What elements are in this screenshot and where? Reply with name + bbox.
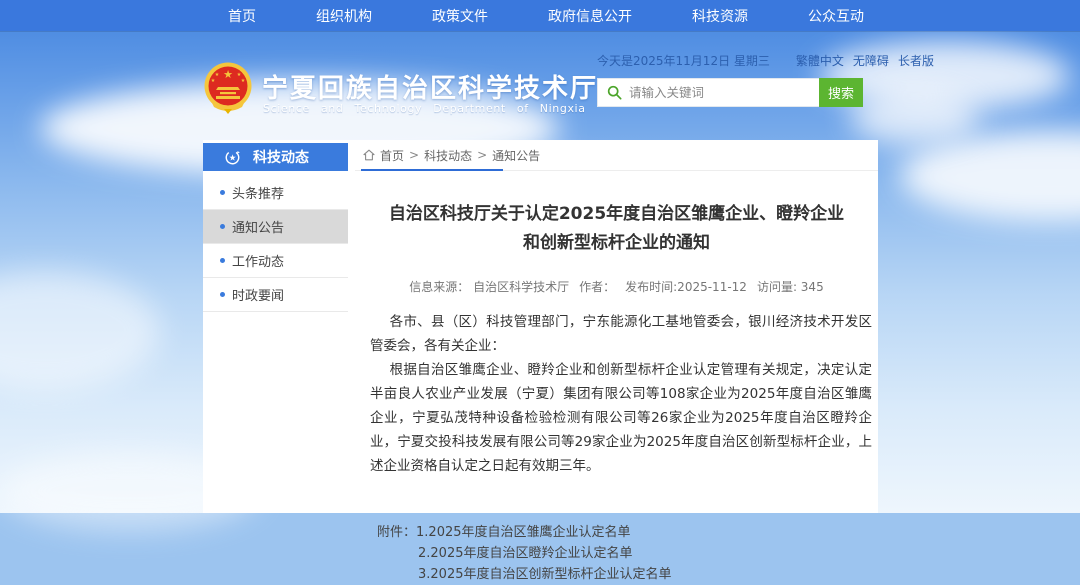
attachment-link-1[interactable]: 1.2025年度自治区雏鹰企业认定名单 bbox=[416, 522, 631, 543]
link-accessibility[interactable]: 无障碍 bbox=[853, 52, 889, 69]
cloud bbox=[0, 271, 160, 391]
nav-item-gov-info-disclosure[interactable]: 政府信息公开 bbox=[548, 6, 632, 26]
article-paragraph: 根据自治区雏鹰企业、瞪羚企业和创新型标杆企业认定管理有关规定，决定认定半亩良人农… bbox=[370, 358, 872, 478]
content-area: 首页 > 科技动态 > 通知公告 自治区科技厅关于认定2025年度自治区雏鹰企业… bbox=[355, 140, 878, 585]
attachment-link-3[interactable]: 3.2025年度自治区创新型标杆企业认定名单 bbox=[418, 564, 672, 585]
sidebar-header: ★ 科技动态 bbox=[203, 143, 348, 171]
attachments-label: 附件： bbox=[377, 522, 416, 543]
attachment-link-2[interactable]: 2.2025年度自治区瞪羚企业认定名单 bbox=[418, 543, 633, 564]
svg-text:★: ★ bbox=[223, 68, 233, 81]
site-subtitle: Science and Technology Department of Nin… bbox=[263, 102, 586, 115]
meta-view-count: 访问量: 345 bbox=[757, 278, 824, 295]
bullet-dot-icon bbox=[220, 258, 225, 263]
meta-author: 作者： bbox=[579, 278, 615, 295]
home-icon bbox=[363, 149, 375, 161]
star-refresh-icon: ★ bbox=[224, 149, 241, 166]
search-button[interactable]: 搜索 bbox=[819, 78, 863, 107]
breadcrumb-home[interactable]: 首页 bbox=[380, 147, 404, 164]
breadcrumb-separator: > bbox=[409, 148, 419, 162]
attachments: 附件： 1.2025年度自治区雏鹰企业认定名单 2.2025年度自治区瞪羚企业认… bbox=[377, 522, 878, 585]
article-title: 自治区科技厅关于认定2025年度自治区雏鹰企业、瞪羚企业和创新型标杆企业的通知 bbox=[383, 200, 851, 258]
national-emblem-logo: ★ ★ ★ ★ ★ bbox=[203, 61, 253, 115]
breadcrumb-sci-tech-trends[interactable]: 科技动态 bbox=[424, 147, 472, 164]
sidebar-item-label: 时政要闻 bbox=[232, 285, 284, 304]
current-date: 今天是2025年11月12日 星期三 bbox=[597, 52, 770, 69]
link-elderly-version[interactable]: 长者版 bbox=[898, 52, 934, 69]
sidebar-item-headlines[interactable]: 头条推荐 bbox=[203, 176, 348, 210]
sidebar-item-current-politics[interactable]: 时政要闻 bbox=[203, 278, 348, 312]
nav-item-home[interactable]: 首页 bbox=[228, 6, 256, 26]
nav-item-organization[interactable]: 组织机构 bbox=[316, 6, 372, 26]
svg-text:★: ★ bbox=[229, 153, 237, 163]
article-body: 各市、县（区）科技管理部门，宁东能源化工基地管委会，银川经济技术开发区管委会，各… bbox=[355, 310, 878, 478]
article-paragraph: 各市、县（区）科技管理部门，宁东能源化工基地管委会，银川经济技术开发区管委会，各… bbox=[370, 310, 872, 358]
breadcrumb: 首页 > 科技动态 > 通知公告 bbox=[355, 140, 878, 171]
main-panel: ★ 科技动态 头条推荐 通知公告 工作动态 时政要闻 bbox=[203, 140, 878, 513]
svg-text:★: ★ bbox=[211, 78, 216, 84]
site-header: ★ ★ ★ ★ ★ 宁夏回族自治区科学技术厅 Science and Techn… bbox=[0, 31, 1080, 131]
meta-publish-date: 发布时间:2025-11-12 bbox=[625, 278, 747, 295]
sidebar-item-work-trends[interactable]: 工作动态 bbox=[203, 244, 348, 278]
sidebar-item-label: 通知公告 bbox=[232, 217, 284, 236]
nav-item-public-interaction[interactable]: 公众互动 bbox=[808, 6, 864, 26]
bullet-dot-icon bbox=[220, 292, 225, 297]
svg-text:★: ★ bbox=[215, 72, 220, 78]
breadcrumb-current: 通知公告 bbox=[492, 147, 540, 164]
bullet-dot-icon bbox=[220, 224, 225, 229]
sidebar: ★ 科技动态 头条推荐 通知公告 工作动态 时政要闻 bbox=[203, 143, 348, 312]
svg-text:★: ★ bbox=[241, 78, 246, 84]
top-nav: 首页 组织机构 政策文件 政府信息公开 科技资源 公众互动 bbox=[0, 0, 1080, 31]
meta-source: 信息来源： 自治区科学技术厅 bbox=[409, 278, 569, 295]
sidebar-item-notices[interactable]: 通知公告 bbox=[203, 210, 348, 244]
nav-item-sci-tech-resources[interactable]: 科技资源 bbox=[692, 6, 748, 26]
search-bar: 搜索 bbox=[597, 78, 863, 107]
bullet-dot-icon bbox=[220, 190, 225, 195]
article-meta: 信息来源： 自治区科学技术厅 作者： 发布时间:2025-11-12 访问量: … bbox=[355, 278, 878, 295]
breadcrumb-separator: > bbox=[477, 148, 487, 162]
search-icon bbox=[607, 85, 622, 100]
link-traditional-chinese[interactable]: 繁體中文 bbox=[796, 52, 844, 69]
sidebar-title: 科技动态 bbox=[253, 147, 309, 167]
nav-item-policy-documents[interactable]: 政策文件 bbox=[432, 6, 488, 26]
search-input[interactable] bbox=[629, 85, 819, 100]
site-title: 宁夏回族自治区科学技术厅 bbox=[262, 68, 598, 105]
sidebar-item-label: 工作动态 bbox=[232, 251, 284, 270]
sidebar-item-label: 头条推荐 bbox=[232, 183, 284, 202]
